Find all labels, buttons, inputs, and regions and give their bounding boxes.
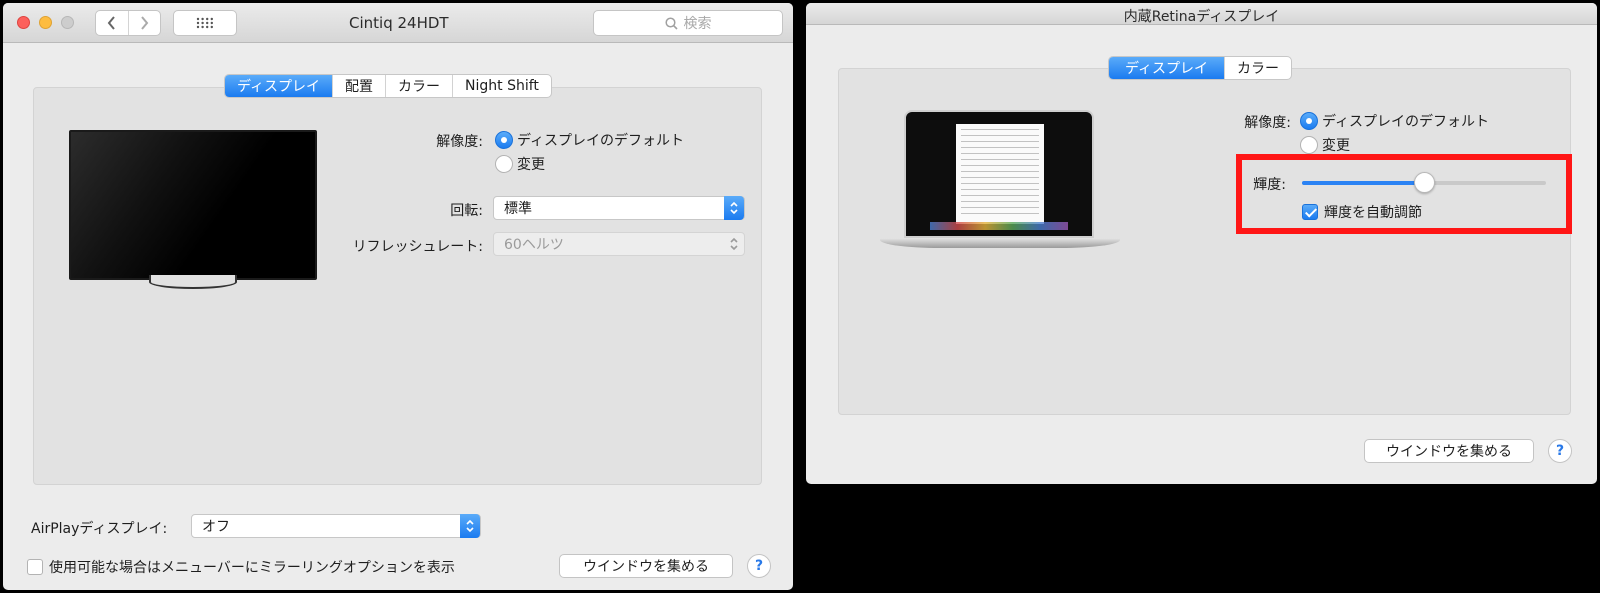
titlebar: 内蔵Retinaディスプレイ bbox=[806, 3, 1597, 25]
tab-color[interactable]: カラー bbox=[385, 75, 452, 97]
tab-night-shift[interactable]: Night Shift bbox=[452, 75, 551, 97]
airplay-select[interactable]: オフ bbox=[191, 514, 481, 538]
select-arrows-icon bbox=[724, 232, 744, 256]
select-arrows-icon bbox=[724, 196, 744, 220]
mirror-option-label: 使用可能な場合はメニューバーにミラーリングオプションを表示 bbox=[49, 560, 455, 576]
search-placeholder: 検索 bbox=[683, 16, 712, 32]
search-icon bbox=[664, 16, 678, 30]
cintiq-preferences-window: Cintiq 24HDT 検索 ディスプレイ 配置 カラー Night Shif… bbox=[3, 3, 793, 590]
zoom-window-button[interactable] bbox=[61, 16, 74, 29]
tab-arrangement[interactable]: 配置 bbox=[332, 75, 385, 97]
window-title: Cintiq 24HDT bbox=[349, 14, 449, 32]
radio-button[interactable] bbox=[495, 155, 513, 173]
minimize-window-button[interactable] bbox=[39, 16, 52, 29]
search-input[interactable]: 検索 bbox=[593, 10, 783, 36]
window-title: 内蔵Retinaディスプレイ bbox=[1123, 9, 1280, 25]
titlebar: Cintiq 24HDT 検索 bbox=[3, 3, 793, 43]
gather-windows-button[interactable]: ウインドウを集める bbox=[1364, 439, 1534, 463]
rotation-value: 標準 bbox=[504, 201, 532, 217]
resolution-scaled-label: 変更 bbox=[517, 157, 545, 173]
radio-button-selected[interactable] bbox=[495, 131, 513, 149]
resolution-default-label: ディスプレイのデフォルト bbox=[1322, 114, 1490, 130]
mirror-option-checkbox[interactable] bbox=[27, 559, 43, 575]
resolution-scaled-option[interactable]: 変更 bbox=[1300, 135, 1350, 155]
refresh-rate-select: 60ヘルツ bbox=[493, 232, 745, 256]
radio-button[interactable] bbox=[1300, 136, 1318, 154]
help-button[interactable]: ? bbox=[747, 554, 771, 578]
monitor-image bbox=[69, 130, 317, 280]
help-button[interactable]: ? bbox=[1548, 439, 1572, 463]
airplay-label: AirPlayディスプレイ: bbox=[31, 521, 168, 537]
select-arrows-icon bbox=[460, 514, 480, 538]
airplay-value: オフ bbox=[202, 519, 230, 535]
tab-bar: ディスプレイ カラー bbox=[1108, 56, 1293, 80]
gather-windows-button[interactable]: ウインドウを集める bbox=[559, 554, 733, 578]
resolution-scaled-label: 変更 bbox=[1322, 138, 1350, 154]
back-button[interactable] bbox=[96, 11, 128, 35]
chevron-right-icon bbox=[141, 16, 149, 30]
resolution-label: 解像度: bbox=[1244, 115, 1291, 131]
laptop-image bbox=[904, 110, 1094, 238]
resolution-scaled-option[interactable]: 変更 bbox=[495, 154, 545, 174]
forward-button[interactable] bbox=[127, 11, 160, 35]
chevron-left-icon bbox=[107, 16, 115, 30]
retina-display-window: 内蔵Retinaディスプレイ ディスプレイ カラー 解像度: ディスプレイのデフ… bbox=[806, 3, 1597, 484]
laptop-dock bbox=[930, 222, 1068, 230]
tab-bar: ディスプレイ 配置 カラー Night Shift bbox=[224, 74, 552, 98]
navigation-buttons bbox=[95, 10, 161, 36]
show-all-button[interactable] bbox=[173, 10, 237, 36]
monitor-stand-image bbox=[149, 275, 237, 289]
radio-button-selected[interactable] bbox=[1300, 112, 1318, 130]
tab-display[interactable]: ディスプレイ bbox=[225, 75, 333, 97]
tab-color[interactable]: カラー bbox=[1224, 57, 1291, 79]
refresh-rate-value: 60ヘルツ bbox=[504, 237, 564, 253]
laptop-screen-document bbox=[956, 124, 1044, 224]
resolution-default-option[interactable]: ディスプレイのデフォルト bbox=[1300, 111, 1489, 131]
refresh-rate-label: リフレッシュレート: bbox=[352, 239, 483, 255]
brightness-highlight-box bbox=[1236, 154, 1572, 234]
rotation-select[interactable]: 標準 bbox=[493, 196, 745, 220]
grid-icon bbox=[196, 17, 213, 29]
mirror-option-checkbox-row[interactable]: 使用可能な場合はメニューバーにミラーリングオプションを表示 bbox=[27, 557, 455, 577]
tab-display[interactable]: ディスプレイ bbox=[1109, 57, 1225, 79]
laptop-base-image bbox=[880, 238, 1120, 248]
resolution-default-option[interactable]: ディスプレイのデフォルト bbox=[495, 130, 684, 150]
resolution-default-label: ディスプレイのデフォルト bbox=[517, 133, 685, 149]
rotation-label: 回転: bbox=[450, 203, 483, 219]
resolution-label: 解像度: bbox=[436, 134, 483, 150]
close-window-button[interactable] bbox=[17, 16, 30, 29]
